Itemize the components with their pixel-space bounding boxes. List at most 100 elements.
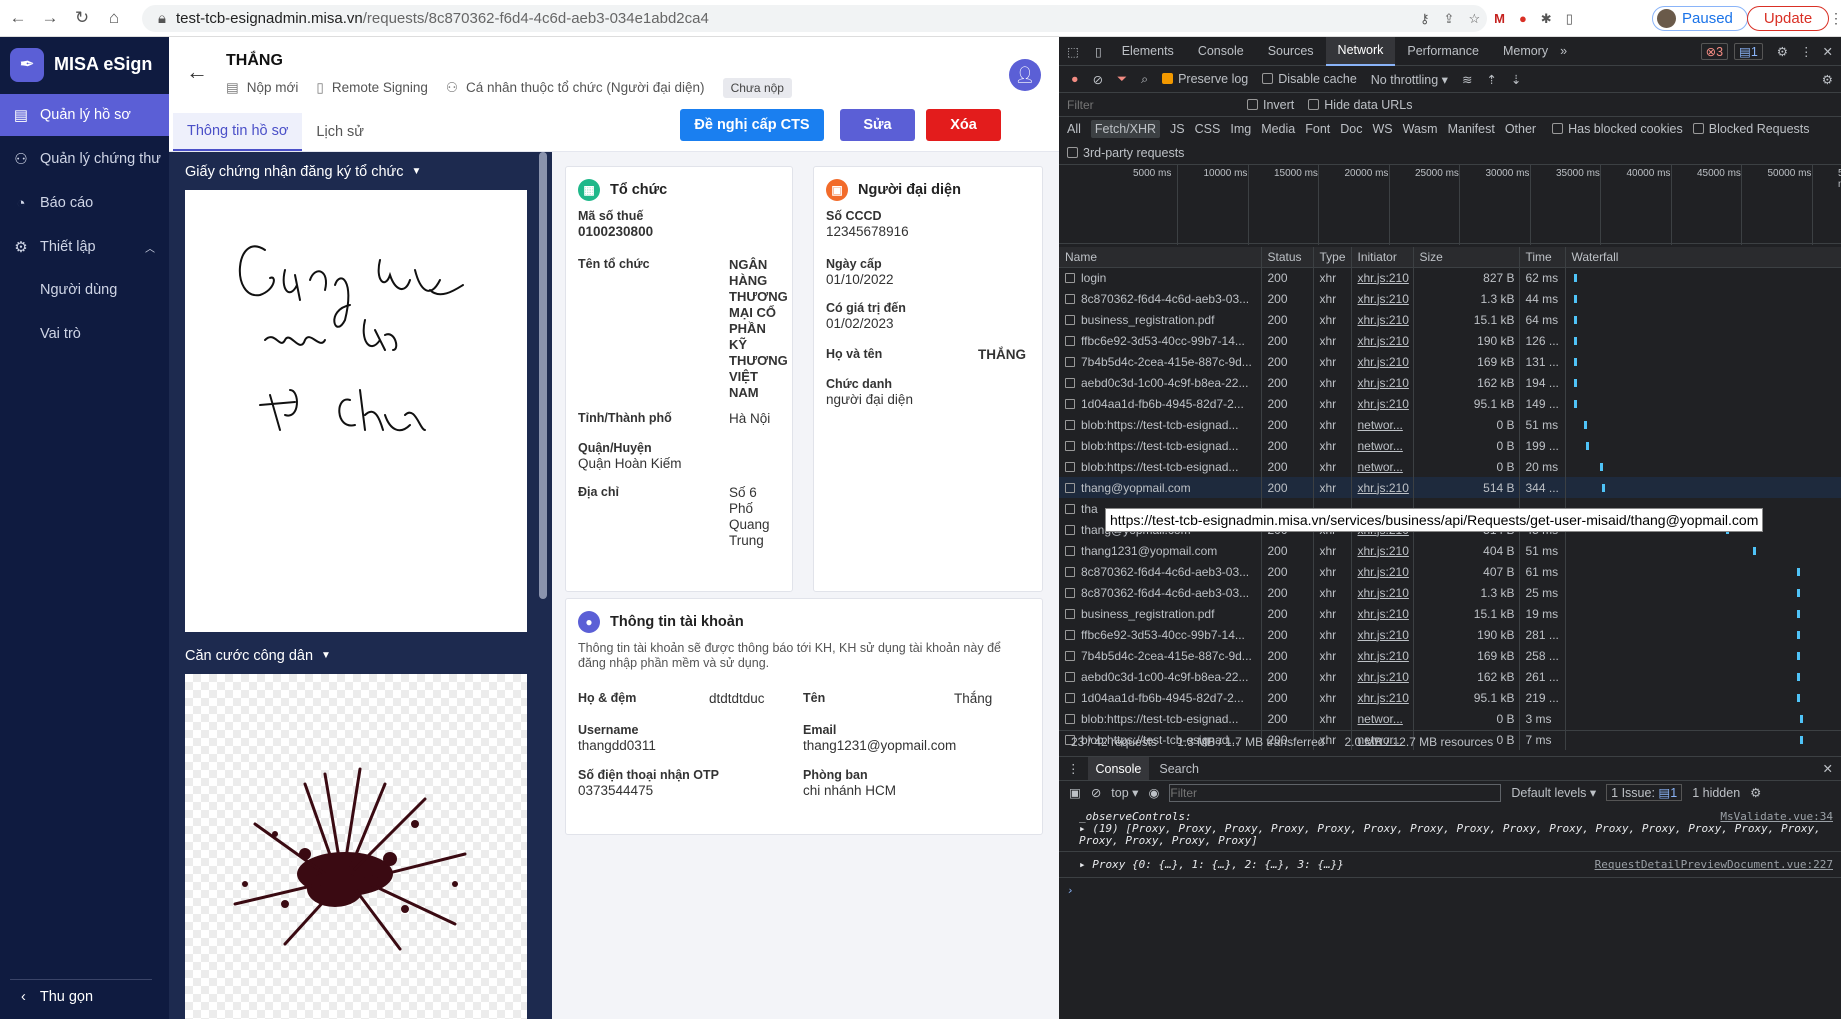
filter-icon[interactable]: ⏷ [1117, 72, 1127, 87]
reload-icon[interactable]: ↻ [68, 4, 96, 32]
request-certificate-button[interactable]: Đề nghị cấp CTS [680, 109, 824, 141]
puzzle-icon[interactable]: ✱ [1541, 11, 1552, 27]
cell-init[interactable]: xhr.js:210 [1351, 309, 1414, 330]
sidepanel-icon[interactable]: ▯ [1566, 11, 1573, 27]
key-icon[interactable]: ⚷ [1420, 11, 1430, 27]
profile-paused-button[interactable]: Paused [1652, 6, 1748, 31]
third-party-checkbox[interactable]: 3rd-party requests [1067, 146, 1184, 160]
source-link[interactable]: RequestDetailPreviewDocument.vue:227 [1595, 858, 1833, 871]
context-select[interactable]: top ▾ [1111, 785, 1138, 800]
table-row[interactable]: 1d04aa1d-fb6b-4945-82d7-2... 200 xhr xhr.js… [1059, 393, 1841, 414]
table-row[interactable]: 8c870362-f6d4-4c6d-aeb3-03... 200 xhr xhr.j… [1059, 288, 1841, 309]
table-row[interactable]: blob:https://test-tcb-esignad... 200 xhr ne… [1059, 435, 1841, 456]
cell-init[interactable]: networ... [1351, 456, 1414, 477]
doc-title-id-card[interactable]: Căn cước công dân ▼ [185, 648, 331, 664]
console-line[interactable]: ▸ (19) [Proxy, Proxy, Proxy, Proxy, Prox… [1059, 823, 1841, 847]
close-icon[interactable]: ✕ [1823, 44, 1833, 59]
blocked-requests-checkbox[interactable]: Blocked Requests [1692, 122, 1810, 136]
col-time[interactable]: Time [1519, 247, 1566, 268]
drawer-menu-icon[interactable]: ⋮ [1059, 761, 1088, 776]
sidebar-item-requests[interactable]: ▤ Quản lý hồ sơ [0, 94, 169, 136]
cell-init[interactable]: xhr.js:210 [1351, 561, 1414, 582]
cell-init[interactable]: xhr.js:210 [1351, 624, 1414, 645]
menu-icon[interactable]: ⋮ [1829, 10, 1841, 27]
search-icon[interactable]: ⌕ [1141, 72, 1148, 87]
sidebar-item-certificates[interactable]: ⚇ Quản lý chứng thư [0, 138, 169, 180]
disable-cache-checkbox[interactable]: Disable cache [1262, 72, 1357, 86]
delete-button[interactable]: Xóa [926, 109, 1001, 141]
tab-console[interactable]: Console [1186, 37, 1256, 66]
share-icon[interactable]: ⇪ [1444, 11, 1455, 27]
type-img[interactable]: Img [1230, 122, 1251, 136]
cell-init[interactable]: xhr.js:210 [1351, 603, 1414, 624]
table-row[interactable]: business_registration.pdf 200 xhr xhr.js:21… [1059, 603, 1841, 624]
tab-elements[interactable]: Elements [1110, 37, 1186, 66]
cell-init[interactable]: xhr.js:210 [1351, 393, 1414, 414]
extension-red-icon[interactable]: ● [1519, 11, 1527, 26]
cell-init[interactable]: xhr.js:210 [1351, 288, 1414, 309]
cell-init[interactable]: xhr.js:210 [1351, 372, 1414, 393]
cell-init[interactable]: xhr.js:210 [1351, 687, 1414, 708]
hide-data-urls-checkbox[interactable]: Hide data URLs [1308, 98, 1413, 112]
console-clear-icon[interactable]: ⊘ [1091, 785, 1101, 800]
type-font[interactable]: Font [1305, 122, 1330, 136]
preserve-log-checkbox[interactable]: Preserve log [1162, 72, 1248, 86]
type-js[interactable]: JS [1170, 122, 1185, 136]
device-icon[interactable]: ▯ [1087, 44, 1110, 59]
record-icon[interactable]: ● [1071, 72, 1079, 86]
blocked-cookies-checkbox[interactable]: Has blocked cookies [1552, 122, 1683, 136]
address-bar[interactable]: 🔒︎ test-tcb-esignadmin.misa.vn/requests/… [142, 5, 1487, 32]
cell-init[interactable]: xhr.js:210 [1351, 351, 1414, 372]
cell-init[interactable]: networ... [1351, 435, 1414, 456]
error-count[interactable]: ⊗3 [1700, 42, 1729, 60]
cell-init[interactable]: networ... [1351, 708, 1414, 729]
col-waterfall[interactable]: Waterfall [1565, 247, 1841, 268]
log-levels-select[interactable]: Default levels ▾ [1511, 785, 1596, 800]
edit-button[interactable]: Sửa [840, 109, 915, 141]
clear-icon[interactable]: ⊘ [1093, 72, 1103, 87]
table-row[interactable]: blob:https://test-tcb-esignad... 200 xhr ne… [1059, 456, 1841, 477]
type-all[interactable]: All [1067, 122, 1081, 136]
table-row[interactable]: aebd0c3d-1c00-4c9f-b8ea-22... 200 xhr xhr.j… [1059, 372, 1841, 393]
tab-info[interactable]: Thông tin hồ sơ [173, 113, 303, 151]
table-row[interactable]: aebd0c3d-1c00-4c9f-b8ea-22... 200 xhr xhr.j… [1059, 666, 1841, 687]
tab-sources[interactable]: Sources [1256, 37, 1326, 66]
col-size[interactable]: Size [1413, 247, 1520, 268]
settings-gear-icon[interactable]: ⚙ [1777, 44, 1788, 59]
drawer-close-icon[interactable]: ✕ [1823, 761, 1833, 776]
inspect-icon[interactable]: ⬚ [1059, 44, 1087, 59]
more-tabs-icon[interactable]: » [1560, 44, 1567, 58]
cell-init[interactable]: xhr.js:210 [1351, 666, 1414, 687]
download-icon[interactable]: ⇣ [1511, 72, 1521, 87]
doc-title-registration[interactable]: Giấy chứng nhận đăng ký tổ chức ▼ [185, 164, 421, 180]
table-row[interactable]: login 200 xhr xhr.js:210 827 B 62 ms [1059, 267, 1841, 288]
table-row[interactable]: blob:https://test-tcb-esignad... 200 xhr ne… [1059, 414, 1841, 435]
sidebar-item-roles[interactable]: Vai trò [0, 312, 169, 356]
type-other[interactable]: Other [1505, 122, 1536, 136]
tab-memory[interactable]: Memory [1491, 37, 1560, 66]
table-row[interactable]: 7b4b5d4c-2cea-415e-887c-9d... 200 xhr xhr.j… [1059, 645, 1841, 666]
collapse-button[interactable]: ‹ Thu gọn [21, 989, 93, 1005]
type-doc[interactable]: Doc [1340, 122, 1362, 136]
invert-checkbox[interactable]: Invert [1247, 98, 1294, 112]
cell-init[interactable]: xhr.js:210 [1351, 267, 1414, 288]
table-row[interactable]: 7b4b5d4c-2cea-415e-887c-9d... 200 xhr xhr.j… [1059, 351, 1841, 372]
console-prompt[interactable]: › [1059, 877, 1841, 903]
sidebar-toggle-icon[interactable]: ▣ [1069, 785, 1081, 800]
upload-icon[interactable]: ⇡ [1486, 72, 1496, 87]
eye-icon[interactable]: ◉ [1148, 785, 1159, 800]
star-icon[interactable]: ☆ [1468, 11, 1480, 27]
sidebar-item-users[interactable]: Người dùng [0, 268, 169, 312]
kebab-icon[interactable]: ⋮ [1800, 44, 1813, 59]
gmail-icon[interactable]: M [1494, 11, 1505, 26]
cell-init[interactable]: xhr.js:210 [1351, 582, 1414, 603]
col-initiator[interactable]: Initiator [1351, 247, 1414, 268]
console-filter-input[interactable] [1169, 783, 1502, 802]
cell-init[interactable]: networ... [1351, 414, 1414, 435]
cell-init[interactable]: xhr.js:210 [1351, 330, 1414, 351]
network-settings-icon[interactable]: ⚙ [1822, 72, 1833, 87]
type-manifest[interactable]: Manifest [1448, 122, 1495, 136]
col-type[interactable]: Type [1313, 247, 1352, 268]
table-row[interactable]: 8c870362-f6d4-4c6d-aeb3-03... 200 xhr xhr.j… [1059, 582, 1841, 603]
table-row[interactable]: ffbc6e92-3d53-40cc-99b7-14... 200 xhr xhr.j… [1059, 330, 1841, 351]
